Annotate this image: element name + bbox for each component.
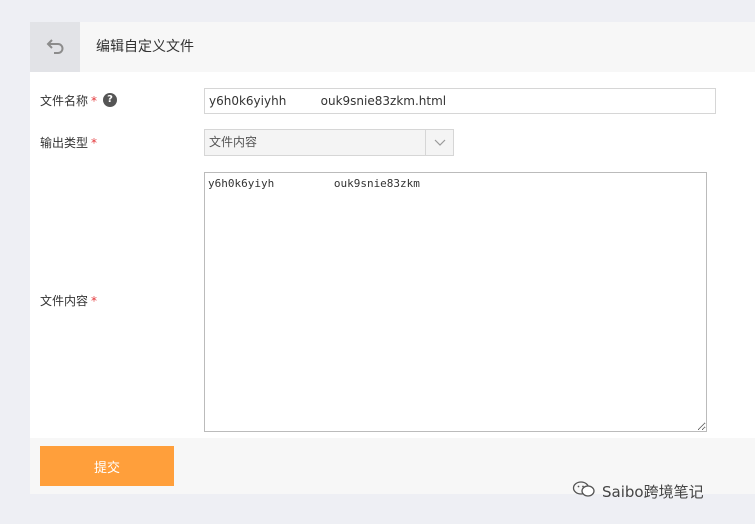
help-icon[interactable]: ? (103, 93, 117, 107)
output-type-value: 文件内容 (209, 135, 258, 149)
chevron-down-icon[interactable] (425, 130, 453, 155)
edit-panel: 编辑自定义文件 文件名称* ? 输出类型* 文件内容 文件内容* y6h0k6y… (30, 22, 755, 494)
wechat-icon (572, 480, 596, 503)
page-title: 编辑自定义文件 (96, 39, 194, 55)
filename-input[interactable] (204, 88, 716, 114)
watermark-text: Saibo跨境笔记 (602, 482, 704, 501)
back-button[interactable] (30, 22, 80, 72)
output-type-select[interactable]: 文件内容 (204, 129, 454, 156)
page-header: 编辑自定义文件 (30, 22, 755, 72)
required-marker: * (91, 94, 98, 108)
required-marker: * (91, 294, 98, 308)
submit-button[interactable]: 提交 (40, 446, 174, 486)
filename-label: 文件名称 * (40, 94, 98, 108)
watermark: Saibo跨境笔记 (572, 480, 704, 503)
required-marker: * (91, 136, 98, 150)
undo-icon (45, 38, 65, 57)
content-textarea[interactable]: y6h0k6yiyh ouk9snie83zkm (204, 172, 707, 432)
output-type-label: 输出类型 * (40, 136, 98, 150)
content-label: 文件内容 * (40, 294, 98, 308)
